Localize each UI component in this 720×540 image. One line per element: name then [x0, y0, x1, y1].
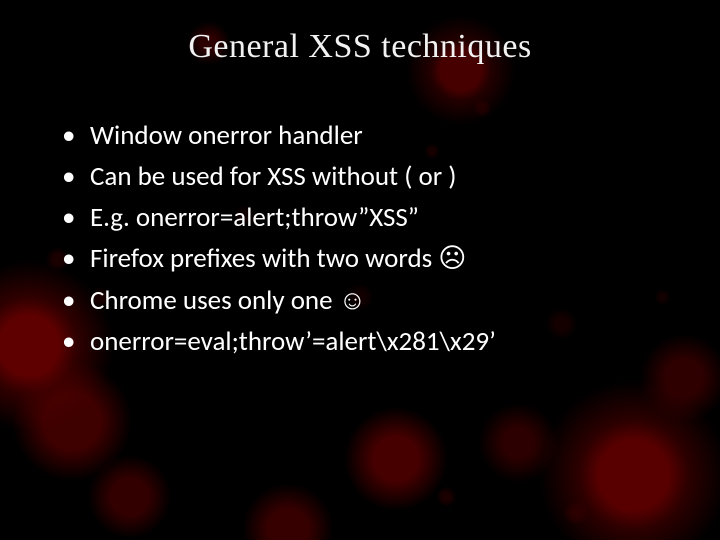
- list-item: Chrome uses only one ☺: [56, 281, 670, 320]
- list-item: Can be used for XSS without ( or ): [56, 157, 670, 196]
- bullet-list: Window onerror handler Can be used for X…: [50, 116, 670, 361]
- list-item: E.g. onerror=alert;throw”XSS”: [56, 198, 670, 237]
- list-item: Firefox prefixes with two words ☹: [56, 239, 670, 278]
- slide-content: General XSS techniques Window onerror ha…: [0, 0, 720, 361]
- list-item: onerror=eval;throw’=alert\x281\x29’: [56, 322, 670, 361]
- slide: General XSS techniques Window onerror ha…: [0, 0, 720, 540]
- list-item: Window onerror handler: [56, 116, 670, 155]
- slide-title: General XSS techniques: [50, 28, 670, 66]
